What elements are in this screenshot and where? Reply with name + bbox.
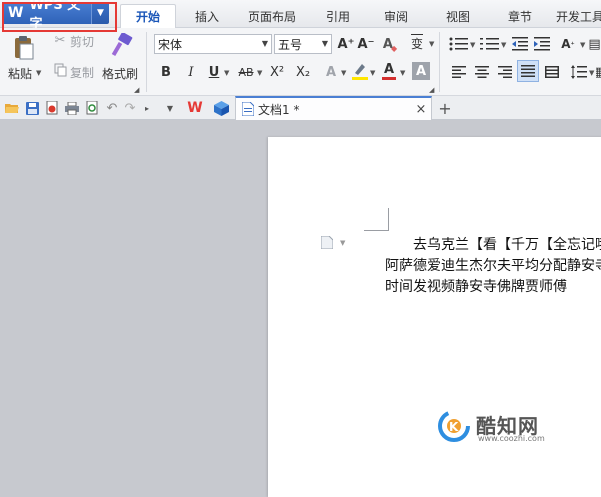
ribbon-tab-bar: W WPS 文字 ▼ 开始 插入 页面布局 引用 审阅 视图 章节 开发工具 (0, 0, 601, 32)
font-color-swatch (382, 76, 396, 80)
decrease-indent-icon[interactable] (510, 34, 530, 54)
tab-review[interactable]: 审阅 (374, 4, 418, 28)
expand-icon[interactable]: ◢ (429, 86, 434, 94)
chevron-down-icon[interactable]: ▼ (370, 69, 375, 77)
chevron-down-icon[interactable]: ▼ (589, 69, 594, 77)
line-spacing-icon[interactable] (569, 62, 589, 82)
document-line[interactable]: 时间发视频静安寺佛牌贾师傅 (385, 276, 567, 296)
highlight-pen-icon[interactable] (350, 60, 370, 82)
pinyin-guide-button[interactable]: 变 (406, 32, 428, 54)
margin-corner-mark (388, 208, 389, 231)
print-preview-icon[interactable] (84, 99, 100, 117)
bullet-list-icon[interactable] (446, 34, 472, 54)
superscript-button[interactable]: X² (266, 62, 288, 82)
divider (146, 32, 147, 92)
paragraph-mark-icon[interactable] (318, 233, 336, 251)
grow-font-button[interactable]: A⁺ (337, 34, 355, 54)
document-line[interactable]: 阿萨德爱迪生杰尔夫平均分配静安寺 (385, 255, 601, 275)
tab-view[interactable]: 视图 (436, 4, 480, 28)
chevron-down-icon: ▼ (261, 39, 268, 48)
chevron-down-icon[interactable]: ▼ (429, 40, 434, 48)
copy-button[interactable]: 复制 (70, 64, 94, 81)
tab-page-layout[interactable]: 页面布局 (240, 4, 304, 28)
document-tab-title: 文档1 * (258, 103, 300, 117)
format-painter-button[interactable]: 格式刷 (102, 65, 138, 82)
margin-corner-mark (364, 230, 388, 231)
save-icon[interactable] (24, 99, 40, 117)
align-right-icon[interactable] (496, 62, 514, 82)
chevron-down-icon[interactable]: ▼ (224, 69, 229, 77)
char-scale-icon[interactable]: A ⁺ (556, 34, 580, 54)
tab-developer[interactable]: 开发工具 (556, 4, 601, 28)
export-pdf-icon[interactable] (44, 99, 60, 117)
chevron-down-icon[interactable]: ▼ (340, 239, 345, 247)
cut-button[interactable]: 剪切 (70, 33, 94, 50)
svg-text:K: K (449, 420, 459, 434)
chevron-right-icon[interactable]: ▸ (142, 99, 152, 117)
undo-icon[interactable]: ↶ (104, 99, 120, 117)
font-color-button[interactable]: A (379, 60, 399, 82)
subscript-button[interactable]: X₂ (292, 62, 314, 82)
wps-home-icon[interactable]: W (185, 99, 205, 117)
chevron-down-icon[interactable]: ▼ (400, 69, 405, 77)
divider (439, 32, 440, 92)
document-tab[interactable]: 文档1 * × (235, 96, 432, 120)
expand-icon[interactable]: ◢ (134, 86, 139, 94)
close-icon[interactable]: × (414, 100, 428, 118)
format-painter-icon[interactable] (108, 32, 134, 60)
char-shading-button[interactable]: A (412, 62, 430, 80)
chevron-down-icon[interactable]: ▼ (580, 41, 585, 49)
distributed-align-icon[interactable] (543, 62, 561, 82)
redo-icon[interactable]: ↷ (122, 99, 138, 117)
document-icon (240, 100, 256, 118)
underline-button[interactable]: U (205, 62, 223, 82)
chevron-down-icon: ▼ (321, 39, 328, 48)
strikethrough-button[interactable]: AB (235, 62, 257, 82)
eraser-icon: ◆ (390, 43, 398, 53)
chevron-down-icon[interactable]: ▼ (341, 69, 346, 77)
border-icon[interactable]: ▦ (596, 62, 601, 82)
paste-button[interactable]: 粘贴 (8, 65, 32, 82)
cloud-cube-icon[interactable] (212, 99, 230, 117)
tab-insert[interactable]: 插入 (184, 4, 230, 28)
increase-indent-icon[interactable] (532, 34, 552, 54)
clear-format-button[interactable]: A ◆ (381, 34, 399, 54)
quick-access-bar: ↶ ↷ ▸ ▼ W 文档1 * × + (0, 96, 601, 120)
document-line[interactable]: 去乌克兰【看【千万【全忘记哦 (413, 234, 601, 254)
open-folder-icon[interactable] (4, 99, 20, 117)
sort-icon[interactable]: ▤ (588, 34, 601, 54)
coozhi-logo-icon: K (438, 410, 470, 442)
new-tab-button[interactable]: + (436, 98, 454, 118)
justify-icon[interactable] (517, 60, 539, 82)
customize-dropdown-icon[interactable]: ▼ (162, 99, 178, 117)
align-left-icon[interactable] (450, 62, 468, 82)
align-center-icon[interactable] (473, 62, 491, 82)
copy-icon[interactable] (52, 62, 68, 78)
scissors-icon[interactable]: ✂ (52, 32, 68, 48)
italic-button[interactable]: I (182, 62, 200, 82)
chevron-down-icon[interactable]: ▼ (501, 41, 506, 49)
tab-home[interactable]: 开始 (120, 4, 176, 28)
chevron-down-icon[interactable]: ▼ (470, 41, 475, 49)
print-icon[interactable] (64, 99, 80, 117)
watermark-url: www.coozhi.com (478, 434, 545, 443)
shrink-font-button[interactable]: A⁻ (357, 34, 375, 54)
bold-button[interactable]: B (157, 62, 175, 82)
ribbon-home: 粘贴 ▼ ✂ 剪切 复制 格式刷 ◢ 宋体 ▼ 五号 ▼ A⁺ A⁻ A ◆ 变 ▼ … (0, 28, 601, 96)
text-effect-button[interactable]: A (322, 62, 340, 82)
wps-menu-highlight (2, 2, 117, 32)
numbered-list-icon[interactable] (478, 34, 502, 54)
tab-references[interactable]: 引用 (316, 4, 360, 28)
chevron-down-icon[interactable]: ▼ (257, 69, 262, 77)
chevron-down-icon[interactable]: ▼ (36, 69, 41, 77)
watermark: K 酷知网 www.coozhi.com (438, 408, 598, 448)
font-name-select[interactable]: 宋体 ▼ (154, 34, 272, 54)
font-size-select[interactable]: 五号 ▼ (274, 34, 332, 54)
paste-icon[interactable] (10, 34, 38, 62)
tab-chapter[interactable]: 章节 (498, 4, 542, 28)
